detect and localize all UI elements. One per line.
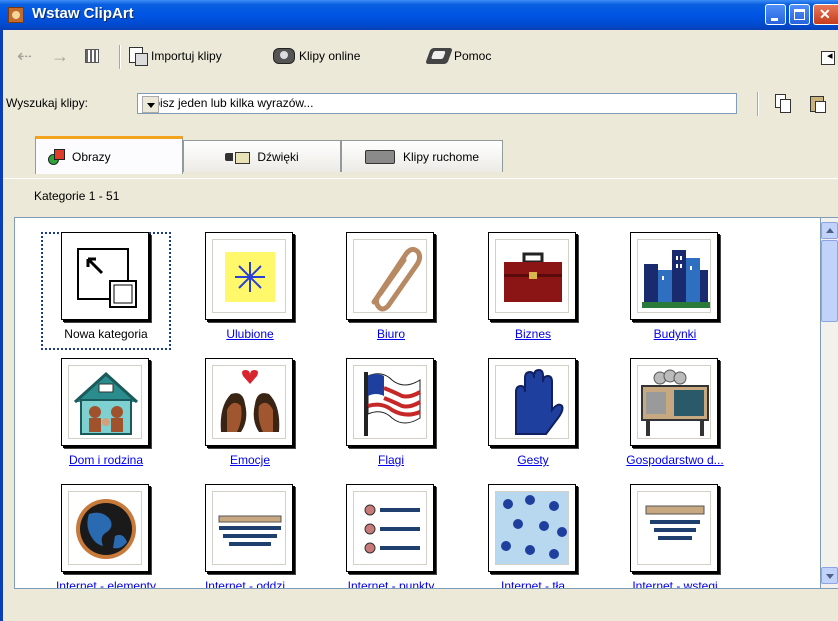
pattern-background-icon — [488, 484, 576, 572]
collection-list-icon — [85, 49, 99, 63]
tab-strip: Obrazy Dźwięki Klipy ruchome — [3, 134, 838, 179]
category-tile-gestures[interactable]: Gesty — [468, 358, 598, 476]
appliances-icon — [630, 358, 718, 446]
import-icon — [129, 47, 148, 66]
maximize-button[interactable] — [789, 4, 810, 25]
pictures-icon — [48, 148, 65, 165]
category-grid: Nowa kategoria Ulubione Biuro Biznes Bud… — [14, 217, 821, 589]
category-label: Emocje — [229, 453, 270, 467]
category-tile-emotions[interactable]: Emocje — [185, 358, 315, 476]
banner-icon — [630, 484, 718, 572]
divider-icon — [205, 484, 293, 572]
scroll-down-button[interactable] — [821, 567, 838, 584]
help-book-icon — [425, 48, 453, 64]
category-tile-web-dividers[interactable]: Internet - oddzi... — [185, 484, 315, 589]
category-label: Gesty — [517, 453, 549, 467]
category-label: Budynki — [653, 327, 697, 341]
category-tile-web-elements[interactable]: Internet - elementy — [41, 484, 171, 589]
sounds-icon — [225, 150, 251, 164]
category-tile-home-family[interactable]: Dom i rodzina — [41, 358, 171, 476]
category-tile-new[interactable]: Nowa kategoria — [41, 232, 171, 350]
back-button[interactable]: ⇠ — [17, 45, 32, 67]
help-label: Pomoc — [454, 49, 492, 63]
minimize-button[interactable] — [765, 4, 786, 25]
import-clips-label: Importuj klipy — [151, 49, 222, 63]
change-to-compact-icon[interactable] — [821, 49, 835, 65]
close-button[interactable] — [813, 4, 838, 25]
category-tile-web-backgrounds[interactable]: Internet - tła — [468, 484, 598, 589]
bullets-icon — [346, 484, 434, 572]
category-label: Gospodarstwo d... — [626, 453, 724, 467]
search-input-text: Wpisz jeden lub kilka wyrazów... — [142, 96, 314, 110]
category-tile-flags[interactable]: Flagi — [326, 358, 456, 476]
category-count: Kategorie 1 - 51 — [34, 189, 120, 203]
toolbar-separator — [119, 45, 121, 69]
clipart-app-icon — [8, 7, 24, 23]
flag-icon — [346, 358, 434, 446]
category-label: Nowa kategoria — [64, 327, 148, 341]
forward-arrow-icon: → — [51, 46, 69, 66]
toolbar: ⇠ → Importuj klipy Klipy online Pomoc — [3, 33, 838, 83]
import-clips-button[interactable]: Importuj klipy — [129, 45, 222, 67]
vertical-scrollbar[interactable] — [821, 217, 838, 589]
search-label: Wyszukaj klipy: — [6, 96, 88, 110]
online-icon — [273, 48, 295, 64]
new-category-icon — [61, 232, 149, 320]
scroll-thumb[interactable] — [821, 240, 838, 322]
category-tile-web-bullets[interactable]: Internet - punkty — [326, 484, 456, 589]
search-input[interactable]: Wpisz jeden lub kilka wyrazów... — [137, 93, 737, 114]
category-tile-business[interactable]: Biznes — [468, 232, 598, 350]
category-label: Internet - punkty — [347, 579, 435, 589]
tab-pictures-label: Obrazy — [72, 149, 111, 164]
faces-heart-icon — [205, 358, 293, 446]
scroll-up-button[interactable] — [821, 222, 838, 239]
category-tile-web-banners[interactable]: Internet - wstęgi — [610, 484, 740, 589]
tab-sounds[interactable]: Dźwięki — [183, 140, 341, 172]
category-tile-buildings[interactable]: Budynki — [610, 232, 740, 350]
title-bar[interactable]: Wstaw ClipArt — [0, 0, 838, 30]
tab-sounds-label: Dźwięki — [257, 149, 299, 164]
paste-icon[interactable] — [810, 94, 826, 113]
tab-motion-clips-label: Klipy ruchome — [402, 149, 480, 164]
tab-motion-clips[interactable]: Klipy ruchome — [341, 140, 503, 172]
hand-icon — [488, 358, 576, 446]
window-border — [0, 30, 3, 621]
category-label: Dom i rodzina — [68, 453, 144, 467]
category-label: Internet - tła — [500, 579, 566, 589]
category-label: Internet - elementy — [55, 579, 157, 589]
briefcase-icon — [488, 232, 576, 320]
category-tile-favorites[interactable]: Ulubione — [185, 232, 315, 350]
category-label: Flagi — [377, 453, 404, 467]
buildings-icon — [630, 232, 718, 320]
copy-icon[interactable] — [775, 94, 791, 113]
category-tile-household[interactable]: Gospodarstwo d... — [610, 358, 740, 476]
help-button[interactable]: Pomoc — [425, 45, 492, 67]
tab-pictures[interactable]: Obrazy — [35, 136, 183, 174]
chevron-down-icon[interactable] — [142, 96, 159, 113]
clips-online-label: Klipy online — [299, 49, 361, 63]
house-family-icon — [61, 358, 149, 446]
category-label: Ulubione — [226, 327, 274, 341]
category-label: Biuro — [376, 327, 405, 341]
category-tile-office[interactable]: Biuro — [326, 232, 456, 350]
motion-clips-icon — [364, 149, 395, 164]
category-label: Biznes — [514, 327, 552, 341]
category-label: Internet - oddzi... — [204, 579, 296, 589]
search-separator — [757, 92, 759, 116]
globe-icon — [61, 484, 149, 572]
paperclip-icon — [346, 232, 434, 320]
collection-list-button[interactable] — [85, 45, 99, 67]
forward-button[interactable]: → — [51, 45, 69, 67]
star-note-icon — [205, 232, 293, 320]
back-arrow-icon: ⇠ — [17, 46, 33, 66]
category-label: Internet - wstęgi — [632, 579, 718, 589]
window-title: Wstaw ClipArt — [32, 5, 134, 22]
clips-online-button[interactable]: Klipy online — [273, 45, 360, 67]
